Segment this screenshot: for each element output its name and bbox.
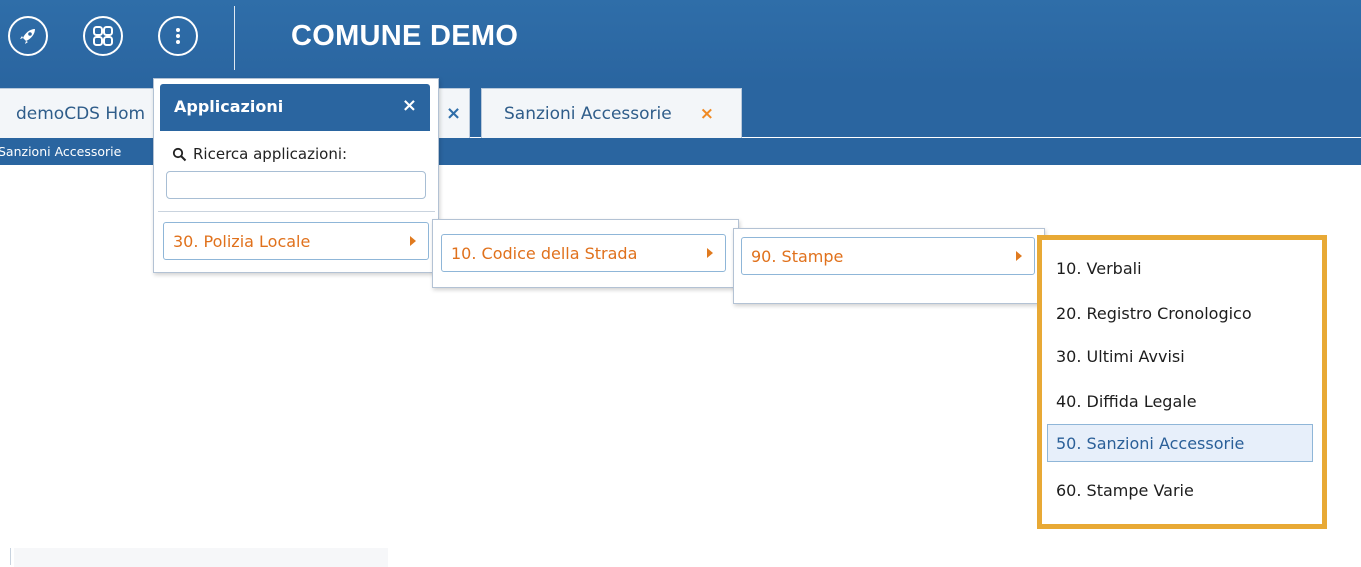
search-icon <box>172 147 187 161</box>
close-icon[interactable]: × <box>402 95 417 116</box>
caret-right-icon <box>410 236 416 246</box>
content-edge-line <box>10 548 11 565</box>
menu-item-verbali[interactable]: 10. Verbali <box>1047 249 1313 287</box>
header-divider <box>234 6 235 70</box>
tab-label: demoCDS Hom <box>16 103 146 124</box>
apps-menu-title: Applicazioni <box>174 97 284 116</box>
menu-item-label: 10. Codice della Strada <box>451 243 638 263</box>
menu-item-stampe-varie[interactable]: 60. Stampe Varie <box>1047 471 1313 509</box>
search-input[interactable] <box>166 171 426 199</box>
menu-item-sanzioni-accessorie[interactable]: 50. Sanzioni Accessorie <box>1047 424 1313 462</box>
tab-label: Sanzioni Accessorie <box>504 103 672 124</box>
menu-item-registro-cronologico[interactable]: 20. Registro Cronologico <box>1047 294 1313 332</box>
tab-close-icon[interactable]: × <box>446 103 461 124</box>
search-label: Ricerca applicazioni: <box>172 145 347 163</box>
menu-divider <box>158 211 435 212</box>
rocket-button[interactable] <box>8 16 48 56</box>
apps-grid-button[interactable] <box>83 16 123 56</box>
app-title: COMUNE DEMO <box>291 20 519 52</box>
content-placeholder <box>14 548 388 567</box>
search-label-text: Ricerca applicazioni: <box>193 145 348 163</box>
rocket-icon <box>20 29 35 44</box>
tab-sanzioni-accessorie[interactable]: Sanzioni Accessorie × <box>481 88 742 138</box>
more-vertical-icon <box>176 28 180 44</box>
tab-close-icon[interactable]: × <box>700 104 714 124</box>
apps-menu-header: Applicazioni × <box>160 84 430 131</box>
menu-item-label: 90. Stampe <box>751 246 844 266</box>
apps-grid-icon <box>93 26 113 46</box>
menu-item-ultimi-avvisi[interactable]: 30. Ultimi Avvisi <box>1047 337 1313 375</box>
menu-item-diffida-legale[interactable]: 40. Diffida Legale <box>1047 382 1313 420</box>
top-header: COMUNE DEMO <box>0 0 1361 83</box>
more-options-button[interactable] <box>158 16 198 56</box>
menu-item-label: 30. Polizia Locale <box>173 231 311 251</box>
app-root: COMUNE DEMO demoCDS Hom × Sanzioni Acces… <box>0 0 1361 567</box>
menu-item-codice-della-strada[interactable]: 10. Codice della Strada <box>441 234 726 272</box>
menu-item-polizia-locale[interactable]: 30. Polizia Locale <box>163 222 429 260</box>
menu-item-stampe[interactable]: 90. Stampe <box>741 237 1035 275</box>
caret-right-icon <box>707 248 713 258</box>
caret-right-icon <box>1016 251 1022 261</box>
breadcrumb: Sanzioni Accessorie <box>0 144 122 159</box>
